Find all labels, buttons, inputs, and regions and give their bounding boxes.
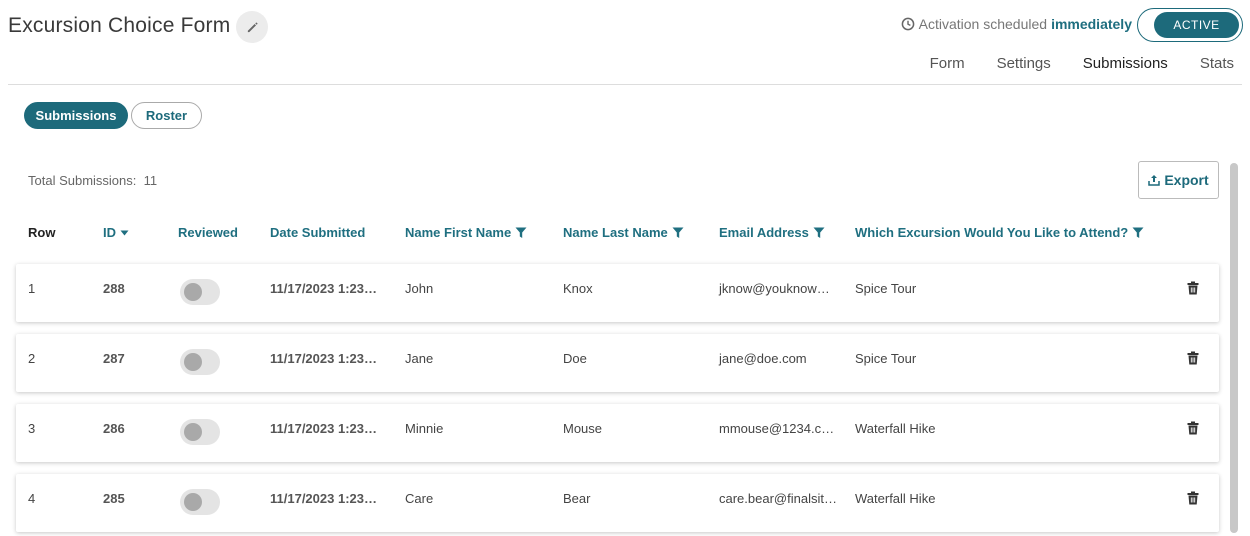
cell-email: mmouse@1234.c… <box>719 421 835 436</box>
cell-row: 3 <box>28 421 36 436</box>
total-submissions: Total Submissions: 11 <box>28 173 157 188</box>
trash-icon[interactable] <box>1187 421 1199 435</box>
header-divider <box>8 84 1242 85</box>
column-header-excursion[interactable]: Which Excursion Would You Like to Attend… <box>855 225 1144 240</box>
tab-submissions[interactable]: Submissions <box>1066 44 1184 85</box>
active-status-label: ACTIVE <box>1154 12 1239 38</box>
column-header-first-name-label: Name First Name <box>405 225 512 240</box>
tab-settings[interactable]: Settings <box>981 44 1067 85</box>
reviewed-toggle[interactable] <box>180 419 220 445</box>
filter-icon[interactable] <box>515 227 527 239</box>
edit-title-button[interactable] <box>236 11 268 43</box>
reviewed-toggle[interactable] <box>180 279 220 305</box>
cell-last-name: Knox <box>563 281 593 296</box>
cell-row: 4 <box>28 491 36 506</box>
table-row[interactable]: 4 285 11/17/2023 1:23… Care Bear care.be… <box>16 474 1219 532</box>
activation-value: immediately <box>1051 16 1132 32</box>
column-header-excursion-label: Which Excursion Would You Like to Attend… <box>855 225 1129 240</box>
column-header-last-name[interactable]: Name Last Name <box>563 225 684 240</box>
active-status-toggle[interactable]: ACTIVE <box>1137 8 1243 42</box>
table-header: Row ID Reviewed Date Submitted Name Firs… <box>0 222 1230 244</box>
cell-first-name: John <box>405 281 434 296</box>
tab-form[interactable]: Form <box>914 44 981 85</box>
table-row[interactable]: 3 286 11/17/2023 1:23… Minnie Mouse mmou… <box>16 404 1219 462</box>
tab-bar: Form Settings Submissions Stats <box>914 44 1250 85</box>
cell-id: 285 <box>103 491 125 506</box>
trash-icon[interactable] <box>1187 351 1199 365</box>
cell-date: 11/17/2023 1:23… <box>270 281 377 296</box>
page-title: Excursion Choice Form <box>8 14 231 37</box>
tab-stats[interactable]: Stats <box>1184 44 1250 85</box>
roster-view-button[interactable]: Roster <box>131 102 202 129</box>
cell-email: jknow@youknow… <box>719 281 830 296</box>
export-label: Export <box>1164 172 1209 188</box>
cell-excursion: Spice Tour <box>855 351 917 366</box>
vertical-scrollbar[interactable] <box>1230 163 1238 533</box>
cell-date: 11/17/2023 1:23… <box>270 421 377 436</box>
column-header-first-name[interactable]: Name First Name <box>405 225 527 240</box>
view-toggle: Submissions Roster <box>24 102 202 129</box>
caret-down-icon <box>120 230 129 235</box>
cell-id: 286 <box>103 421 125 436</box>
cell-last-name: Doe <box>563 351 587 366</box>
total-submissions-count: 11 <box>143 173 158 188</box>
upload-icon <box>1148 175 1161 186</box>
toggle-knob <box>184 283 202 301</box>
cell-excursion: Waterfall Hike <box>855 491 936 506</box>
activation-label: Activation scheduled <box>918 16 1048 32</box>
cell-first-name: Jane <box>405 351 434 366</box>
total-submissions-label: Total Submissions: <box>28 173 137 188</box>
column-header-reviewed[interactable]: Reviewed <box>178 225 238 240</box>
cell-excursion: Waterfall Hike <box>855 421 936 436</box>
cell-date: 11/17/2023 1:23… <box>270 491 377 506</box>
clock-icon <box>901 17 914 31</box>
cell-email: care.bear@finalsit… <box>719 491 837 506</box>
column-header-id-label: ID <box>103 225 116 240</box>
cell-row: 2 <box>28 351 36 366</box>
filter-icon[interactable] <box>813 227 825 239</box>
cell-date: 11/17/2023 1:23… <box>270 351 377 366</box>
cell-last-name: Bear <box>563 491 591 506</box>
filter-icon[interactable] <box>1132 227 1144 239</box>
trash-icon[interactable] <box>1187 281 1199 295</box>
cell-id: 287 <box>103 351 125 366</box>
column-header-email[interactable]: Email Address <box>719 225 825 240</box>
toggle-knob <box>184 423 202 441</box>
cell-first-name: Minnie <box>405 421 444 436</box>
activation-status: Activation scheduled immediately <box>901 16 1132 32</box>
cell-row: 1 <box>28 281 36 296</box>
reviewed-toggle[interactable] <box>180 349 220 375</box>
page-header: Excursion Choice Form Activation schedul… <box>0 0 1250 85</box>
toggle-knob <box>184 353 202 371</box>
column-header-last-name-label: Name Last Name <box>563 225 668 240</box>
cell-email: jane@doe.com <box>719 351 807 366</box>
cell-last-name: Mouse <box>563 421 603 436</box>
table-row[interactable]: 2 287 11/17/2023 1:23… Jane Doe jane@doe… <box>16 334 1219 392</box>
cell-excursion: Spice Tour <box>855 281 917 296</box>
export-button[interactable]: Export <box>1138 161 1219 199</box>
column-header-date[interactable]: Date Submitted <box>270 225 365 240</box>
reviewed-toggle[interactable] <box>180 489 220 515</box>
trash-icon[interactable] <box>1187 491 1199 505</box>
submissions-view-button[interactable]: Submissions <box>24 102 128 129</box>
column-header-email-label: Email Address <box>719 225 809 240</box>
toggle-knob <box>184 493 202 511</box>
cell-first-name: Care <box>405 491 434 506</box>
filter-icon[interactable] <box>672 227 684 239</box>
column-header-id[interactable]: ID <box>103 225 129 240</box>
cell-id: 288 <box>103 281 125 296</box>
pencil-icon <box>247 21 258 32</box>
table-row[interactable]: 1 288 11/17/2023 1:23… John Knox jknow@y… <box>16 264 1219 322</box>
column-header-row: Row <box>28 225 56 240</box>
